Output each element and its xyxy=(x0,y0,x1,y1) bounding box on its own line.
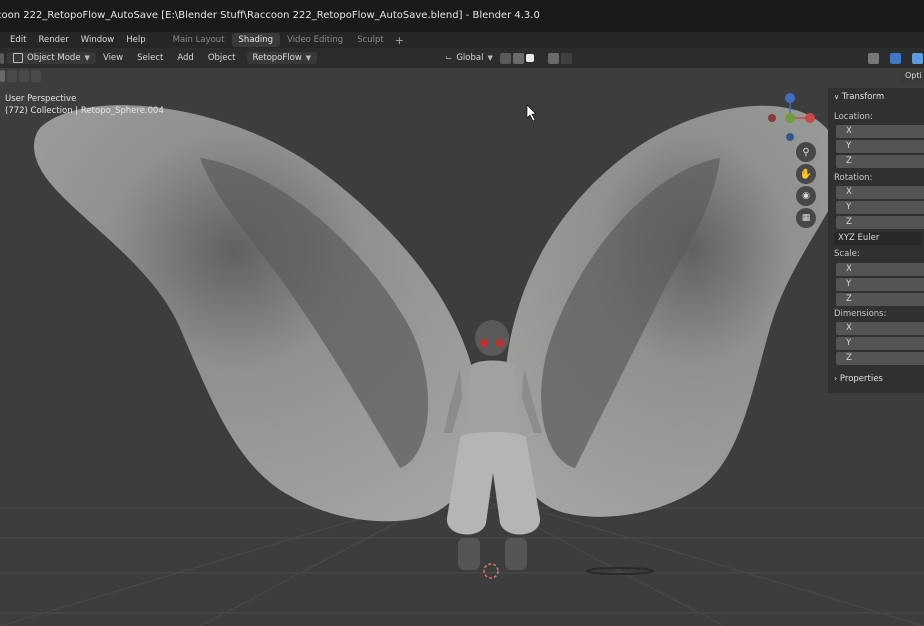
select-mode-toolbar xyxy=(0,70,41,84)
perspective-label: User Perspective xyxy=(5,94,77,104)
rotation-label: Rotation: xyxy=(834,173,873,183)
chevron-down-icon: ▼ xyxy=(487,54,493,62)
rotation-x-field[interactable]: X xyxy=(836,186,924,199)
select-subtract-icon[interactable] xyxy=(19,70,29,82)
orientation-dropdown[interactable]: ⌙ Global ▼ xyxy=(439,52,499,64)
dimensions-y-field[interactable]: Y xyxy=(836,337,924,350)
sidebar-transform-panel: ∨ Transform Location: X Y Z Rotation: X … xyxy=(828,88,924,393)
chevron-down-icon: ▼ xyxy=(84,54,90,62)
falloff-icon[interactable] xyxy=(560,52,572,64)
retopoflow-label: RetopoFlow xyxy=(252,53,302,63)
transform-header[interactable]: ∨ Transform xyxy=(834,92,884,102)
location-y-field[interactable]: Y xyxy=(836,140,924,153)
mode-dropdown[interactable]: Object Mode ▼ xyxy=(7,52,96,64)
pivot-icon[interactable] xyxy=(499,52,511,64)
scale-z-field[interactable]: Z xyxy=(836,293,924,306)
proportional-editing-icon[interactable] xyxy=(547,52,559,64)
zoom-button[interactable]: ⚲ xyxy=(796,142,816,162)
snap-target-icon[interactable] xyxy=(525,54,534,62)
scale-x-field[interactable]: X xyxy=(836,263,924,276)
scale-label: Scale: xyxy=(834,249,860,259)
chevron-down-icon: ∨ xyxy=(834,93,840,101)
orientation-label: Global xyxy=(456,53,484,63)
overlay-toggle-icon[interactable] xyxy=(912,52,923,64)
add-workspace-button[interactable]: + xyxy=(391,34,408,47)
editor-type-icon[interactable] xyxy=(0,52,4,64)
tab-video-editing[interactable]: Video Editing xyxy=(280,33,350,47)
viewport-scene xyxy=(0,93,924,626)
top-menu-bar: Edit Render Window Help Main Layout Shad… xyxy=(0,32,924,48)
select-box-icon[interactable] xyxy=(0,70,5,82)
3d-viewport[interactable]: User Perspective (772) Collection | Reto… xyxy=(0,68,924,626)
object-mode-icon xyxy=(13,53,23,63)
options-button[interactable]: Opti xyxy=(900,71,924,84)
snap-icon[interactable] xyxy=(512,52,524,64)
menu-edit[interactable]: Edit xyxy=(4,35,32,45)
properties-header[interactable]: › Properties xyxy=(834,374,883,384)
menu-select[interactable]: Select xyxy=(130,53,170,63)
select-extend-icon[interactable] xyxy=(7,70,17,82)
retopoflow-dropdown[interactable]: RetopoFlow ▼ xyxy=(246,52,318,64)
dimensions-z-field[interactable]: Z xyxy=(836,352,924,365)
rotation-mode-dropdown[interactable]: XYZ Euler xyxy=(834,232,922,245)
viewport-header: Object Mode ▼ View Select Add Object Ret… xyxy=(0,48,924,68)
projection-toggle-button[interactable]: ▦ xyxy=(796,208,816,228)
menu-help[interactable]: Help xyxy=(120,35,151,45)
select-intersect-icon[interactable] xyxy=(31,70,41,82)
menu-window[interactable]: Window xyxy=(75,35,121,45)
dimensions-label: Dimensions: xyxy=(834,309,887,319)
gizmo-toggle-icon[interactable] xyxy=(890,52,901,64)
location-label: Location: xyxy=(834,112,873,122)
rotation-z-field[interactable]: Z xyxy=(836,216,924,229)
grid-icon: ▦ xyxy=(801,213,811,223)
zoom-icon: ⚲ xyxy=(802,146,810,158)
tab-main-layout[interactable]: Main Layout xyxy=(166,33,232,47)
3d-cursor xyxy=(483,563,499,579)
collection-label: (772) Collection | Retopo_Sphere.004 xyxy=(5,106,164,116)
hand-icon: ✋ xyxy=(799,168,813,180)
orientation-icon: ⌙ xyxy=(445,53,453,63)
pan-button[interactable]: ✋ xyxy=(796,164,816,184)
visibility-icon[interactable] xyxy=(868,52,879,64)
rotation-y-field[interactable]: Y xyxy=(836,201,924,214)
dimensions-x-field[interactable]: X xyxy=(836,322,924,335)
menu-view[interactable]: View xyxy=(96,53,130,63)
title-bar: coon 222_RetopoFlow_AutoSave [E:\Blender… xyxy=(0,0,924,32)
location-z-field[interactable]: Z xyxy=(836,155,924,168)
tab-shading[interactable]: Shading xyxy=(231,33,281,47)
menu-render[interactable]: Render xyxy=(32,35,74,45)
mode-label: Object Mode xyxy=(27,53,81,63)
window-title: coon 222_RetopoFlow_AutoSave [E:\Blender… xyxy=(0,10,540,21)
camera-view-button[interactable]: ◉ xyxy=(796,186,816,206)
chevron-down-icon: ▼ xyxy=(305,54,312,62)
chevron-right-icon: › xyxy=(834,374,838,383)
camera-icon: ◉ xyxy=(802,191,810,201)
right-ear-mesh xyxy=(504,105,847,517)
scale-y-field[interactable]: Y xyxy=(836,278,924,291)
tab-sculpt[interactable]: Sculpt xyxy=(350,33,391,47)
location-x-field[interactable]: X xyxy=(836,125,924,138)
mouse-pointer-icon xyxy=(526,104,537,122)
menu-add[interactable]: Add xyxy=(170,53,200,63)
menu-object[interactable]: Object xyxy=(201,53,243,63)
